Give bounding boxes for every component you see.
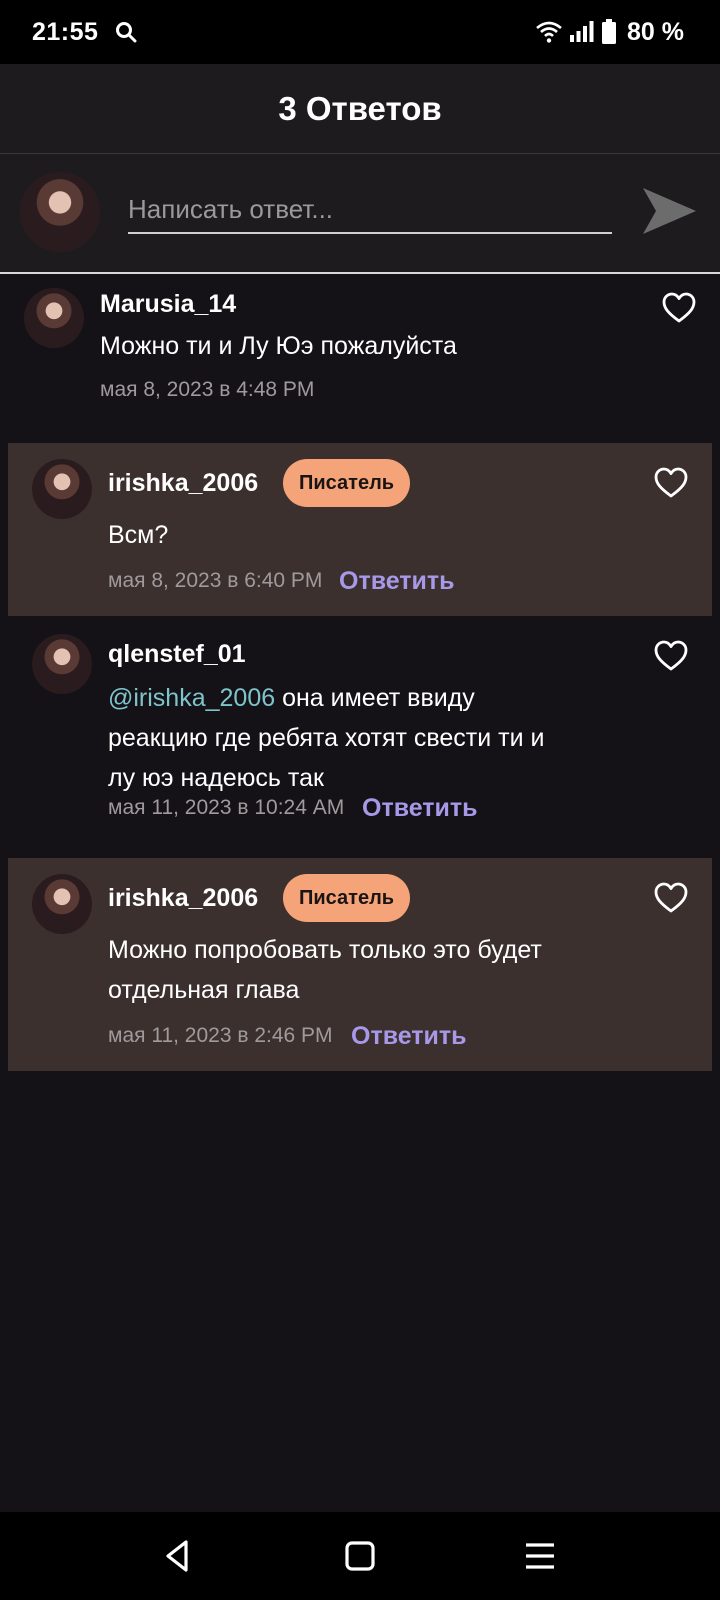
reply-input[interactable] (128, 186, 612, 234)
battery-icon (602, 19, 617, 44)
replies-header: 3 Ответов (0, 64, 720, 154)
reply-composer (0, 154, 720, 274)
status-time: 21:55 (32, 17, 99, 46)
back-icon[interactable] (158, 1536, 198, 1576)
user-mention[interactable]: @irishka_2006 (108, 684, 275, 712)
avatar[interactable] (32, 634, 92, 694)
heart-icon[interactable] (662, 292, 696, 324)
signal-icon (570, 21, 594, 42)
comment-text-line: отдельная глава (108, 976, 300, 1004)
send-icon[interactable] (640, 182, 698, 240)
comment-username[interactable]: irishka_2006 (108, 469, 258, 498)
wifi-icon (536, 21, 562, 43)
comment-text: Можно попробовать только это будет отдел… (108, 930, 628, 1010)
battery-level: 80 % (627, 17, 684, 46)
home-icon[interactable] (340, 1536, 380, 1576)
status-bar: 21:55 80 % (0, 0, 720, 64)
comment-text-line: реакцию где ребята хотят свести ти и (108, 724, 545, 752)
comment-date: мая 11, 2023 в 2:46 PM (108, 1024, 333, 1047)
avatar[interactable] (24, 288, 84, 348)
menu-icon[interactable] (520, 1536, 560, 1576)
comment-text: Можно ти и Лу Юэ пожалуйста (100, 332, 457, 360)
comment-username[interactable]: qlenstef_01 (108, 640, 246, 669)
avatar[interactable] (32, 459, 92, 519)
comment-username[interactable]: irishka_2006 (108, 884, 258, 913)
comment-item: irishka_2006 Писатель Всм? мая 8, 2023 в… (8, 443, 712, 616)
heart-icon[interactable] (654, 640, 688, 672)
comment-item: Marusia_14 Можно ти и Лу Юэ пожалуйста м… (8, 276, 712, 432)
comment-text-line: Можно попробовать только это будет (108, 936, 542, 964)
reply-link[interactable]: Ответить (351, 1022, 467, 1051)
reply-link[interactable]: Ответить (362, 794, 478, 823)
comment-text-line: она имеет ввиду (275, 684, 475, 712)
comment-item: qlenstef_01 @irishka_2006 она имеет ввид… (8, 616, 712, 856)
comment-text-line: лу юэ надеюсь так (108, 764, 324, 792)
navigation-bar (0, 1512, 720, 1600)
search-icon (116, 22, 137, 43)
comment-date: мая 8, 2023 в 4:48 PM (100, 378, 315, 401)
avatar[interactable] (32, 874, 92, 934)
heart-icon[interactable] (654, 467, 688, 499)
comment-item: irishka_2006 Писатель Можно попробовать … (8, 858, 712, 1071)
comment-username[interactable]: Marusia_14 (100, 290, 236, 319)
reply-link[interactable]: Ответить (339, 567, 455, 596)
comment-date: мая 11, 2023 в 10:24 AM (108, 796, 345, 819)
writer-badge: Писатель (283, 459, 411, 507)
comment-date: мая 8, 2023 в 6:40 PM (108, 569, 323, 592)
heart-icon[interactable] (654, 882, 688, 914)
comment-text: Всм? (108, 521, 169, 549)
writer-badge: Писатель (283, 874, 411, 922)
comment-text: @irishka_2006 она имеет ввиду реакцию гд… (108, 678, 628, 798)
page-title: 3 Ответов (278, 89, 442, 127)
current-user-avatar (20, 172, 100, 252)
